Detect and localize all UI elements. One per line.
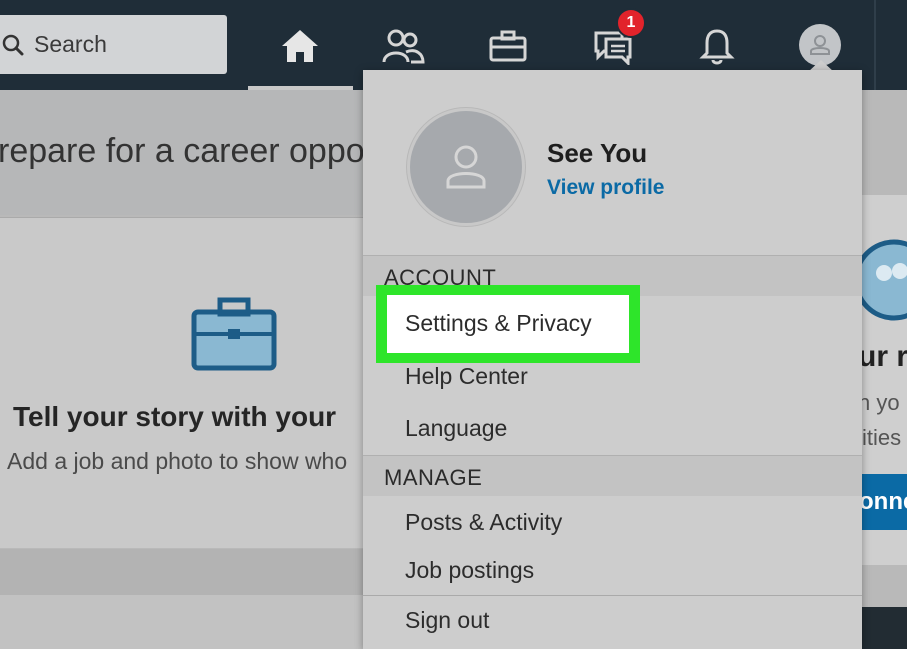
connect-button-label: onne: [859, 488, 907, 515]
nav-home[interactable]: [278, 24, 322, 68]
connect-button[interactable]: onne: [855, 474, 907, 530]
help-center-item[interactable]: Help Center: [405, 363, 528, 390]
settings-privacy-item[interactable]: Settings & Privacy: [405, 310, 592, 337]
manage-section-label: MANAGE: [384, 465, 483, 490]
nav-jobs[interactable]: [486, 24, 530, 68]
sign-out-item[interactable]: Sign out: [405, 607, 489, 634]
profile-avatar[interactable]: [407, 108, 525, 226]
manage-section-header: MANAGE: [363, 455, 862, 496]
profile-prompt-card: Tell your story with your Add a job and …: [0, 217, 365, 548]
feed-bottom-area: [0, 595, 365, 649]
language-item[interactable]: Language: [405, 415, 507, 442]
feed-strip: [0, 549, 365, 595]
card-subtitle: Add a job and photo to show who: [7, 448, 348, 474]
user-avatar-icon: [446, 145, 486, 189]
job-postings-item[interactable]: Job postings: [405, 557, 534, 584]
nav-network[interactable]: [381, 24, 425, 68]
menu-divider: [363, 595, 862, 596]
home-icon: [282, 30, 318, 62]
profile-name: See You: [547, 138, 648, 168]
people-icon: [382, 29, 425, 64]
briefcase-icon: [489, 30, 527, 62]
suggestion-title: ur r: [858, 340, 907, 373]
bell-icon: [699, 29, 735, 65]
messages-badge: 1: [616, 8, 646, 38]
career-banner-text: repare for a career oppo: [0, 132, 365, 170]
view-profile-link[interactable]: View profile: [547, 176, 664, 200]
search-bar[interactable]: Search: [0, 15, 227, 74]
briefcase-illustration-icon: [191, 297, 277, 371]
suggestion-line-2: ities: [862, 425, 902, 450]
me-dropdown-menu: See You View profile ACCOUNT Settings & …: [363, 70, 862, 649]
card-title: Tell your story with your: [13, 401, 337, 432]
search-icon: [2, 34, 24, 55]
search-placeholder: Search: [34, 31, 107, 57]
nav-divider: [874, 0, 876, 90]
nav-notifications[interactable]: [695, 24, 739, 68]
suggestion-line-1: n yo: [858, 390, 900, 415]
posts-activity-item[interactable]: Posts & Activity: [405, 509, 562, 536]
